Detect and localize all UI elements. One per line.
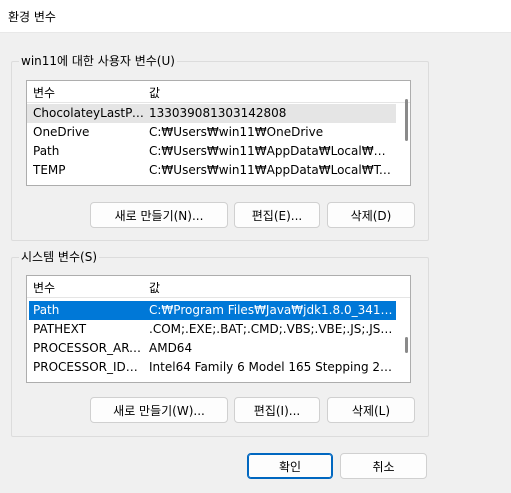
variable-value: C:₩Users₩win11₩AppData₩Local₩Temp <box>149 163 394 177</box>
variable-name: PROCESSOR_ARC... <box>33 341 145 355</box>
system-edit-button[interactable]: 편집(I)... <box>234 397 320 423</box>
ok-button[interactable]: 확인 <box>247 453 333 479</box>
variable-value: AMD64 <box>149 341 193 355</box>
variable-name: Path <box>33 144 60 158</box>
table-row[interactable]: TEMP C:₩Users₩win11₩AppData₩Local₩Temp <box>27 161 396 180</box>
scrollbar-thumb[interactable] <box>405 99 408 141</box>
variable-name: TEMP <box>33 163 66 177</box>
system-delete-button[interactable]: 삭제(L) <box>327 397 415 423</box>
user-new-button[interactable]: 새로 만들기(N)... <box>90 202 228 228</box>
table-row[interactable]: Path C:₩Users₩win11₩AppData₩Local₩Micros… <box>27 142 396 161</box>
table-row-selected[interactable]: Path C:₩Program Files₩Java₩jdk1.8.0_341₩… <box>29 301 396 320</box>
user-variables-group-label: win11에 대한 사용자 변수(U) <box>19 54 177 68</box>
user-variables-list[interactable]: 변수 값 ChocolateyLastPat... 13303908130314… <box>26 80 411 186</box>
user-variables-group: win11에 대한 사용자 변수(U) 변수 값 ChocolateyLastP… <box>11 54 429 241</box>
variable-name: ChocolateyLastPat... <box>33 106 145 120</box>
variable-name: PROCESSOR_IDEN... <box>33 360 145 374</box>
table-row[interactable]: PATHEXT .COM;.EXE;.BAT;.CMD;.VBS;.VBE;.J… <box>27 320 396 339</box>
column-header-variable[interactable]: 변수 <box>33 279 55 296</box>
list-header: 변수 값 <box>27 276 410 298</box>
system-variables-group-label: 시스템 변수(S) <box>19 250 99 264</box>
variable-value: C:₩Program Files₩Java₩jdk1.8.0_341₩bin;.… <box>149 303 394 317</box>
table-row[interactable]: PROCESSOR_ARC... AMD64 <box>27 339 396 358</box>
title-bar: 환경 변수 <box>0 0 511 33</box>
scrollbar-thumb[interactable] <box>405 337 408 353</box>
variable-value: .COM;.EXE;.BAT;.CMD;.VBS;.VBE;.JS;.JSE;.… <box>149 322 394 336</box>
variable-value: C:₩Users₩win11₩AppData₩Local₩Micros... <box>149 144 394 158</box>
variable-value: C:₩Users₩win11₩OneDrive <box>149 125 324 139</box>
column-header-value[interactable]: 값 <box>149 279 160 296</box>
system-variables-group: 시스템 변수(S) 변수 값 Path C:₩Program Files₩Jav… <box>11 250 429 437</box>
variable-value: 133039081303142808 <box>149 106 287 120</box>
variable-name: OneDrive <box>33 125 90 139</box>
system-variables-list[interactable]: 변수 값 Path C:₩Program Files₩Java₩jdk1.8.0… <box>26 275 411 383</box>
table-row[interactable]: ChocolateyLastPat... 133039081303142808 <box>27 104 396 123</box>
variable-name: PATHEXT <box>33 322 87 336</box>
user-delete-button[interactable]: 삭제(D) <box>327 202 415 228</box>
column-header-value[interactable]: 값 <box>149 84 160 101</box>
cancel-button[interactable]: 취소 <box>340 453 427 479</box>
list-header: 변수 값 <box>27 81 410 103</box>
column-header-variable[interactable]: 변수 <box>33 84 55 101</box>
user-edit-button[interactable]: 편집(E)... <box>234 202 320 228</box>
variable-value: Intel64 Family 6 Model 165 Stepping 2, G… <box>149 360 394 374</box>
window-title: 환경 변수 <box>8 10 56 24</box>
variable-name: Path <box>33 303 60 317</box>
table-row[interactable]: OneDrive C:₩Users₩win11₩OneDrive <box>27 123 396 142</box>
table-row[interactable]: PROCESSOR_IDEN... Intel64 Family 6 Model… <box>27 358 396 377</box>
system-new-button[interactable]: 새로 만들기(W)... <box>90 397 228 423</box>
